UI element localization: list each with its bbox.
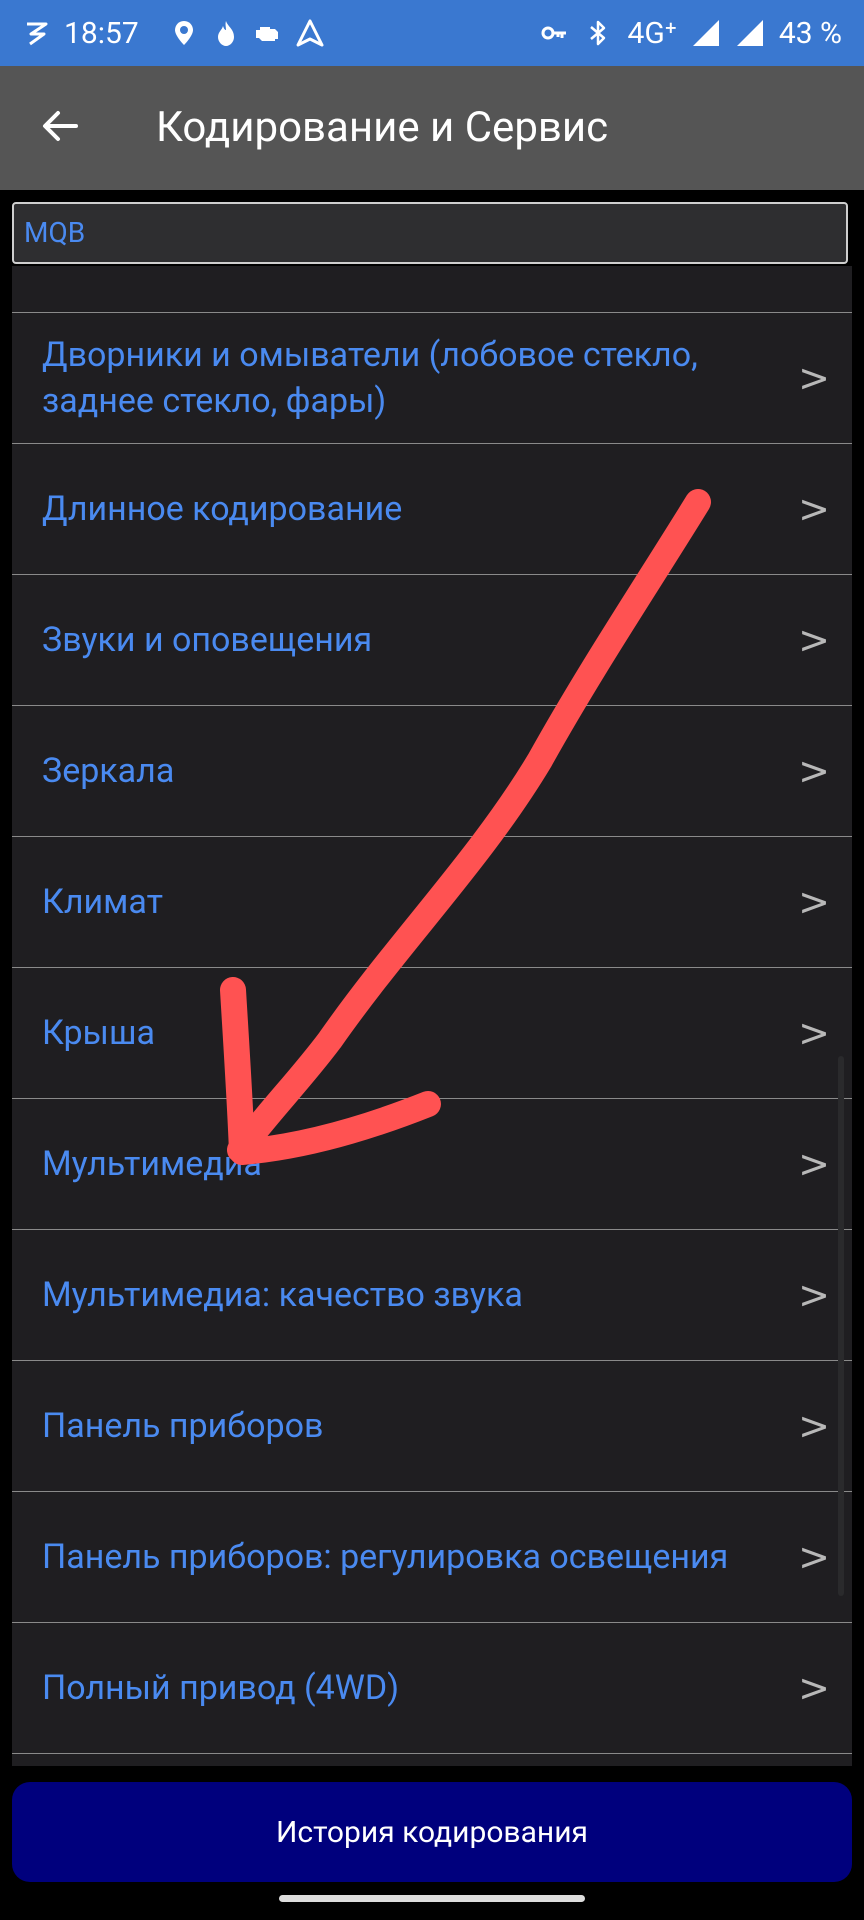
chevron-right-icon: > [798,618,830,662]
list-item-label: Длинное кодирование [42,489,403,529]
list-item-label: Мультимедиа: качество звука [42,1275,523,1315]
chevron-right-icon: > [798,1011,830,1055]
chevron-right-icon: > [798,1535,830,1579]
list-item-label: Климат [42,882,163,922]
list-item[interactable]: Климат > [12,837,852,968]
list-item[interactable]: Дворники и омыватели (лобовое стекло, за… [12,313,852,444]
location-icon [174,21,193,45]
gesture-nav-bar[interactable] [279,1895,585,1902]
back-button[interactable] [30,96,90,156]
engine-icon [255,27,278,41]
search-input[interactable]: MQB [12,202,848,264]
bluetooth-icon [590,20,606,46]
chevron-right-icon: > [798,356,830,400]
list-item[interactable]: Длинное кодирование > [12,444,852,575]
fire-icon [217,21,234,46]
category-list-inner: Двигатель, трансмиссия, привод > Дворники … [12,266,852,1754]
chevron-right-icon: > [798,1273,830,1317]
list-item[interactable]: Панель приборов > [12,1361,852,1492]
status-bar-right: 4G⁺ 43 % [539,0,842,66]
list-item-label: Полный привод (4WD) [42,1668,400,1708]
list-item[interactable]: Мультимедиа: качество звука > [12,1230,852,1361]
list-item-label: Панель приборов: регулировка освещения [42,1537,729,1577]
chevron-right-icon: > [798,487,830,531]
chevron-right-icon: > [798,266,830,269]
arrow-left-icon [43,111,78,141]
list-item[interactable]: Полный привод (4WD) > [12,1623,852,1754]
list-item[interactable]: Зеркала > [12,706,852,837]
chevron-right-icon: > [798,1404,830,1448]
signal-icon-2 [736,20,763,46]
app-bar: Кодирование и Сервис [0,66,864,190]
list-item-label: Звуки и оповещения [42,620,373,660]
signal-icon [692,20,719,46]
list-item[interactable]: Мультимедиа > [12,1099,852,1230]
status-time: 18:57 [64,15,139,51]
list-item[interactable]: Панель приборов: регулировка освещения > [12,1492,852,1623]
network-type: 4G⁺ [627,15,677,51]
list-item[interactable]: Звуки и оповещения > [12,575,852,706]
list-item-label: Зеркала [42,751,175,791]
list-item-label: Крыша [42,1013,155,1053]
page-title: Кодирование и Сервис [156,103,609,152]
key-icon [541,26,567,40]
scrollbar[interactable] [838,1056,844,1596]
list-item[interactable]: Двигатель, трансмиссия, привод > [12,266,852,313]
app-logo-icon [27,22,48,46]
chevron-right-icon: > [798,749,830,793]
chevron-right-icon: > [798,1142,830,1186]
status-bar: 18:57 4G⁺ 43 % [0,0,864,66]
list-item-label: Мультимедиа [42,1144,262,1184]
android-auto-icon [296,19,324,47]
battery-percent: 43 % [778,15,842,51]
status-bar-left: 18:57 [22,0,325,66]
category-list[interactable]: Двигатель, трансмиссия, привод > Дворники … [12,266,852,1766]
chevron-right-icon: > [798,1666,830,1710]
coding-history-button[interactable]: История кодирования [12,1782,852,1882]
list-item-label: Панель приборов [42,1406,324,1446]
list-item[interactable]: Крыша > [12,968,852,1099]
list-item-label: Дворники и омыватели (лобовое стекло, за… [42,335,698,421]
list-item-label: Двигатель, трансмиссия, привод [12,266,657,270]
chevron-right-icon: > [798,880,830,924]
